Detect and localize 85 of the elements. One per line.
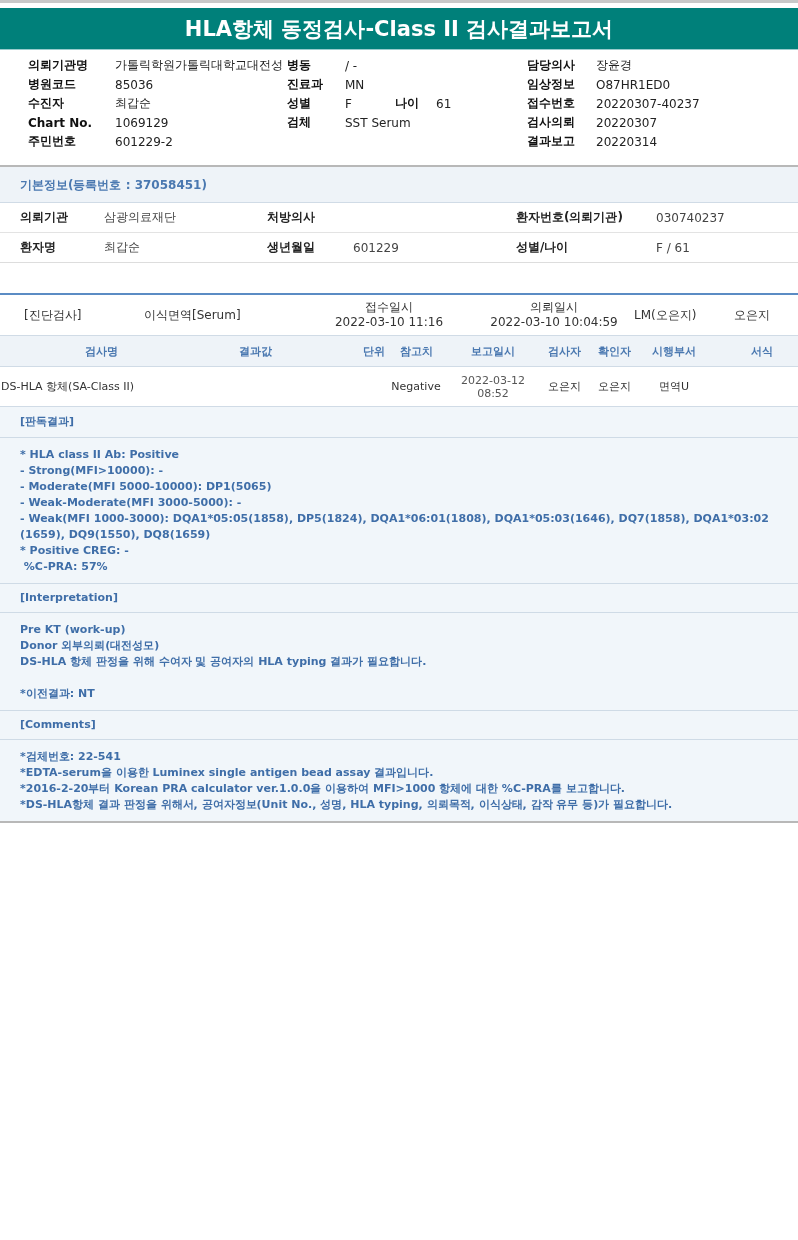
text-line: *이전결과: NT — [20, 686, 96, 702]
field-value: 85036 — [115, 77, 155, 92]
field-label: 환자명 — [20, 239, 57, 256]
lab-name: LM(오은지) — [634, 306, 698, 324]
field-label: 접수번호 — [527, 95, 576, 112]
section-title: [Interpretation] — [0, 584, 798, 613]
test-category: [진단검사] — [24, 306, 83, 324]
column-header: 단위 — [308, 335, 386, 367]
field-label: 담당의사 — [527, 57, 576, 74]
text-line: - Moderate(MFI 5000-10000): DP1(5065) — [20, 479, 273, 495]
field-label: 수진자 — [28, 95, 65, 112]
field-label: 검체 — [287, 114, 312, 131]
field-value: 601229-2 — [115, 134, 174, 149]
test-group: 이식면역[Serum] — [144, 306, 304, 324]
field-label: 의뢰기관명 — [28, 57, 89, 74]
field-value: 601229 — [353, 240, 400, 255]
report-title: HLA항체 동정검사-Class II 검사결과보고서 — [0, 8, 798, 50]
field-label: 생년월일 — [267, 239, 316, 256]
field-value: / - — [345, 58, 359, 73]
field-value: 2022-03-10 11:16 — [334, 315, 444, 330]
field-label: 임상정보 — [527, 76, 576, 93]
field-label: 나이 — [395, 95, 420, 112]
table-cell: DS-HLA 항체(SA-Class II) — [1, 380, 135, 393]
field-label: 처방의사 — [267, 209, 316, 226]
text-line: *검체번호: 22-541 — [20, 749, 122, 765]
field-label: Chart No. — [28, 115, 94, 130]
text-line: * Positive CREG: - — [20, 543, 130, 559]
field-value: 61 — [436, 96, 453, 111]
column-header: 결과값 — [202, 335, 308, 367]
text-line: %C-PRA: 57% — [22, 559, 109, 575]
text-line: *EDTA-serum을 이용한 Luminex single antigen bead assay 결과입니다. — [20, 765, 435, 781]
report-date: 2022-03-12 — [460, 373, 526, 387]
text-line: - Weak(MFI 1000-3000): DQA1*05:05(1858), DP5(1824), DQA1*06:01(1808), DQA1*05:03(1646), DQ7(1858), DQA1*03:02(1659), DQ9(1550), DQ8(1659) — [20, 511, 770, 543]
field-value: 1069129 — [115, 115, 170, 130]
field-label: 성별 — [287, 95, 312, 112]
staff-name: 오은지 — [734, 306, 771, 324]
text-line: *2016-2-20부터 Korean PRA calculator ver.1.0.0을 이용하여 MFI>1000 항체에 대한 %C-PRA를 보고합니다. — [20, 781, 626, 797]
text-line: Pre KT (work-up) — [20, 622, 127, 638]
table-cell: 면역U — [658, 380, 690, 393]
field-value: 20220314 — [596, 134, 659, 149]
column-header: 확인자 — [588, 335, 640, 367]
table-cell: 오은지 — [547, 380, 581, 393]
field-value: F — [345, 96, 353, 111]
section-title: 기본정보(등록번호 : 37058451) — [0, 167, 798, 203]
text-line: Donor 외부의뢰(대전성모) — [20, 638, 161, 654]
field-label: 검사의뢰 — [527, 114, 576, 131]
column-header: 서식 — [708, 335, 798, 367]
field-label: 결과보고 — [527, 133, 576, 150]
field-value: O87HR1ED0 — [596, 77, 672, 92]
section-title: [Comments] — [0, 711, 798, 740]
field-value: 20220307 — [596, 115, 659, 130]
field-label: 진료과 — [287, 76, 324, 93]
text-line: - Strong(MFI>10000): - — [20, 463, 165, 479]
field-value: MN — [345, 77, 366, 92]
field-value: F / 61 — [656, 240, 691, 255]
field-value: 장윤경 — [596, 57, 633, 74]
field-value: 가톨릭학원가톨릭대학교대전성 — [115, 57, 284, 74]
field-label: 의뢰기관 — [20, 209, 69, 226]
text-line: DS-HLA 항체 판정을 위해 수여자 및 공여자의 HLA typing 결과가 필요합니다. — [20, 654, 428, 670]
field-value: 20220307-40237 — [596, 96, 701, 111]
text-line: - Weak-Moderate(MFI 3000-5000): - — [20, 495, 243, 511]
field-label: 주민번호 — [28, 133, 77, 150]
field-value: 최갑순 — [104, 239, 141, 256]
field-label: 접수일시 — [365, 300, 413, 315]
field-value: 최갑순 — [115, 95, 152, 112]
table-cell: Negative — [391, 380, 441, 393]
text-line: * HLA class II Ab: Positive — [20, 447, 180, 463]
field-label: 의뢰일시 — [530, 300, 578, 315]
section-title: [판독결과] — [0, 407, 798, 438]
column-header: 검사자 — [540, 335, 588, 367]
column-header: 시행부서 — [640, 335, 708, 367]
column-header: 참고치 — [386, 335, 446, 367]
field-label: 환자번호(의뢰기관) — [516, 209, 624, 226]
report-time: 08:52 — [476, 386, 510, 400]
field-label: 성별/나이 — [516, 239, 570, 256]
column-header: 보고일시 — [446, 335, 540, 367]
field-value: 030740237 — [656, 210, 726, 225]
table-cell: 오은지 — [597, 380, 631, 393]
column-header: 검사명 — [0, 335, 202, 367]
field-label: 병원코드 — [28, 76, 77, 93]
field-value: 2022-03-10 10:04:59 — [490, 315, 618, 330]
field-label: 병동 — [287, 57, 312, 74]
text-line: *DS-HLA항체 결과 판정을 위해서, 공여자정보(Unit No., 성명, HLA typing, 의뢰목적, 이식상태, 감작 유무 등)가 필요합니다. — [20, 797, 674, 813]
field-value: SST Serum — [345, 115, 412, 130]
field-value: 삼광의료재단 — [104, 209, 177, 226]
